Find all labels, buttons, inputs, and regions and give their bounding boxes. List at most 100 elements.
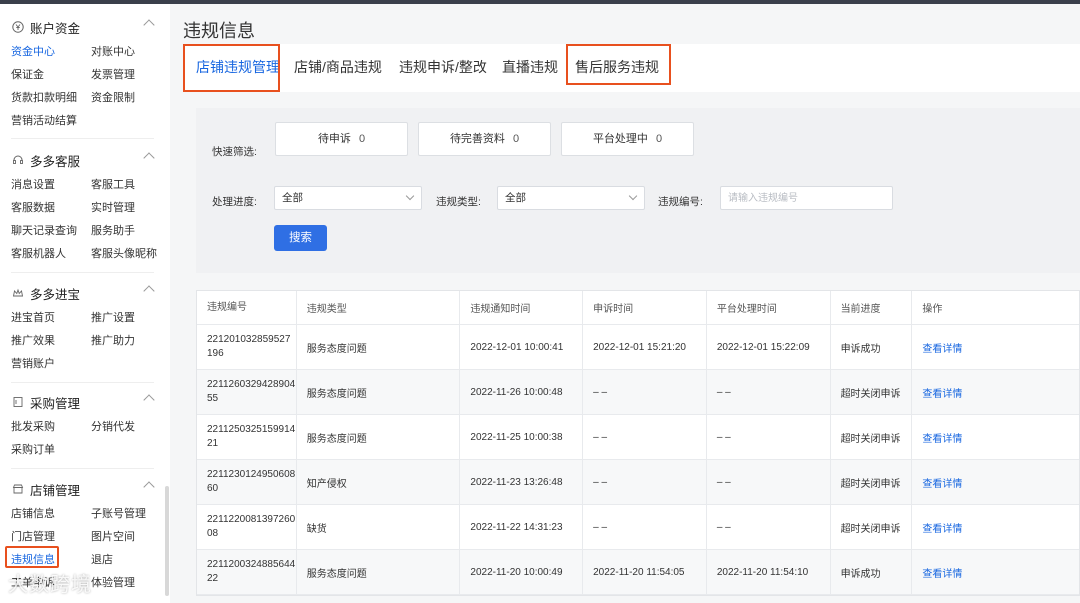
quick-filter-label: 快速筛选: xyxy=(212,146,257,158)
sidebar-item-cs-data[interactable]: 客服数据 xyxy=(11,197,91,220)
cell-action: 查看详情 xyxy=(912,550,1079,594)
cell-platform-time: – – xyxy=(707,415,831,459)
cell-violation-type: 服务态度问题 xyxy=(297,370,461,414)
search-button[interactable]: 搜索 xyxy=(274,225,327,251)
sidebar-group-title: 多多进宝 xyxy=(30,287,81,302)
quick-filter-label: 平台处理中 xyxy=(592,133,648,145)
column-header-notice-time: 违规通知时间 xyxy=(460,291,584,324)
view-details-link[interactable]: 查看详情 xyxy=(922,520,962,535)
sidebar-item-invoice[interactable]: 发票管理 xyxy=(91,64,170,87)
chevron-up-icon[interactable] xyxy=(143,285,155,297)
sidebar-item-promo-boost[interactable]: 推广助力 xyxy=(91,330,170,353)
cell-notice-time: 2022-11-26 10:00:48 xyxy=(460,370,584,414)
sidebar-item-cs-avatar[interactable]: 客服头像昵称 xyxy=(91,243,170,266)
tab-store-product-violations[interactable]: 店铺/商品违规 xyxy=(294,54,382,80)
sidebar-item-service-assistant[interactable]: 服务助手 xyxy=(91,220,170,243)
sidebar-item-cs-robot[interactable]: 客服机器人 xyxy=(11,243,91,266)
cell-action: 查看详情 xyxy=(912,370,1079,414)
chevron-up-icon[interactable] xyxy=(143,19,155,31)
sidebar-divider xyxy=(11,138,154,139)
column-header-violation-id: 违规编号 xyxy=(197,291,297,324)
sidebar-item-promo-effect[interactable]: 推广效果 xyxy=(11,330,91,353)
cell-action: 查看详情 xyxy=(912,415,1079,459)
sidebar-item-image-space[interactable]: 图片空间 xyxy=(91,526,170,549)
violation-id-input[interactable] xyxy=(720,186,893,210)
sidebar-item-cs-tools[interactable]: 客服工具 xyxy=(91,174,170,197)
cell-notice-time: 2022-11-22 14:31:23 xyxy=(460,505,584,549)
quick-filter-count: 0 xyxy=(358,133,366,145)
sidebar-item-close-store[interactable]: 退店 xyxy=(91,549,170,572)
sidebar-group-header[interactable]: 账户资金 xyxy=(0,17,165,37)
cell-platform-time: – – xyxy=(707,505,831,549)
sidebar-group-header[interactable]: 多多进宝 xyxy=(0,283,165,303)
chevron-up-icon[interactable] xyxy=(143,481,155,493)
view-details-link[interactable]: 查看详情 xyxy=(922,430,962,445)
cell-platform-time: – – xyxy=(707,460,831,504)
quick-filter-count: 0 xyxy=(655,133,663,145)
sidebar-item-deposit[interactable]: 保证金 xyxy=(11,64,91,87)
chevron-down-icon xyxy=(405,191,415,201)
progress-select[interactable]: 全部 xyxy=(274,186,422,210)
view-details-link[interactable]: 查看详情 xyxy=(922,340,962,355)
view-details-link[interactable]: 查看详情 xyxy=(922,565,962,580)
cell-violation-id: 221120032488564422 xyxy=(197,550,297,594)
quick-filter-label: 待申诉 xyxy=(317,133,351,145)
sidebar-group-header[interactable]: 采购管理 xyxy=(0,392,165,412)
cell-violation-type: 服务态度问题 xyxy=(297,550,461,594)
chevron-up-icon[interactable] xyxy=(143,152,155,164)
headset-icon xyxy=(11,153,25,167)
sidebar-item-purchase-orders[interactable]: 采购订单 xyxy=(11,439,91,462)
cell-action: 查看详情 xyxy=(912,325,1079,369)
table-row: 221201032859527196 服务态度问题 2022-12-01 10:… xyxy=(197,325,1079,370)
sidebar-item-wholesale[interactable]: 批发采购 xyxy=(11,416,91,439)
chevron-down-icon xyxy=(628,191,638,201)
sidebar-group-header[interactable]: 店铺管理 xyxy=(0,479,165,499)
sidebar-divider xyxy=(11,382,154,383)
sidebar-item-experience[interactable]: 体验管理 xyxy=(91,572,170,595)
sidebar-group-title: 采购管理 xyxy=(30,396,81,411)
cell-appeal-time: – – xyxy=(583,415,707,459)
sidebar: 账户资金 资金中心 对账中心 保证金 发票管理 货款扣款明细 资金限制 营销活动… xyxy=(0,4,170,603)
sidebar-group-title: 店铺管理 xyxy=(30,483,81,498)
view-details-link[interactable]: 查看详情 xyxy=(922,475,962,490)
cell-platform-time: – – xyxy=(707,370,831,414)
column-header-platform-time: 平台处理时间 xyxy=(707,291,831,324)
sidebar-item-fund-center[interactable]: 资金中心 xyxy=(11,41,91,64)
violation-type-select[interactable]: 全部 xyxy=(497,186,645,210)
sidebar-group-header[interactable]: 多多客服 xyxy=(0,150,165,170)
tab-live-violations[interactable]: 直播违规 xyxy=(502,54,558,80)
quick-filter-pending-appeal[interactable]: 待申诉 0 xyxy=(275,122,408,156)
sidebar-item-store-info[interactable]: 店铺信息 xyxy=(11,503,91,526)
sidebar-item-jinbao-home[interactable]: 进宝首页 xyxy=(11,307,91,330)
highlight-box-tab xyxy=(566,44,671,85)
sidebar-group-account-funds: 账户资金 资金中心 对账中心 保证金 发票管理 货款扣款明细 资金限制 营销活动… xyxy=(0,17,165,133)
sidebar-item-fund-limit[interactable]: 资金限制 xyxy=(91,87,170,110)
quick-filter-platform-processing[interactable]: 平台处理中 0 xyxy=(561,122,694,156)
chevron-up-icon[interactable] xyxy=(143,394,155,406)
quick-filter-pending-info[interactable]: 待完善资料 0 xyxy=(418,122,551,156)
sidebar-item-payment-deduction[interactable]: 货款扣款明细 xyxy=(11,87,91,110)
highlight-box-violations xyxy=(5,546,59,568)
sidebar-item-promo-settings[interactable]: 推广设置 xyxy=(91,307,170,330)
sidebar-item-chat-history[interactable]: 聊天记录查询 xyxy=(11,220,91,243)
tab-appeal-rectify[interactable]: 违规申诉/整改 xyxy=(399,54,487,80)
cell-violation-id: 221201032859527196 xyxy=(197,325,297,369)
view-details-link[interactable]: 查看详情 xyxy=(922,385,962,400)
sidebar-item-realtime[interactable]: 实时管理 xyxy=(91,197,170,220)
cell-notice-time: 2022-11-25 10:00:38 xyxy=(460,415,584,459)
cell-violation-id: 221125032515991421 xyxy=(197,415,297,459)
cell-progress: 超时关闭申诉 xyxy=(831,370,913,414)
sidebar-item-marketing-settlement[interactable]: 营销活动结算 xyxy=(11,110,91,133)
sidebar-item-marketing-account[interactable]: 营销账户 xyxy=(11,353,91,376)
sidebar-item-reconciliation[interactable]: 对账中心 xyxy=(91,41,170,64)
sidebar-scrollbar[interactable] xyxy=(165,486,169,596)
store-icon xyxy=(11,482,25,496)
highlight-box-tab xyxy=(183,44,280,92)
cell-action: 查看详情 xyxy=(912,460,1079,504)
sidebar-item-sub-accounts[interactable]: 子账号管理 xyxy=(91,503,170,526)
cell-notice-time: 2022-11-20 10:00:49 xyxy=(460,550,584,594)
sidebar-item-message-settings[interactable]: 消息设置 xyxy=(11,174,91,197)
crown-icon xyxy=(11,286,25,300)
cell-action: 查看详情 xyxy=(912,505,1079,549)
sidebar-item-dropship[interactable]: 分销代发 xyxy=(91,416,170,439)
